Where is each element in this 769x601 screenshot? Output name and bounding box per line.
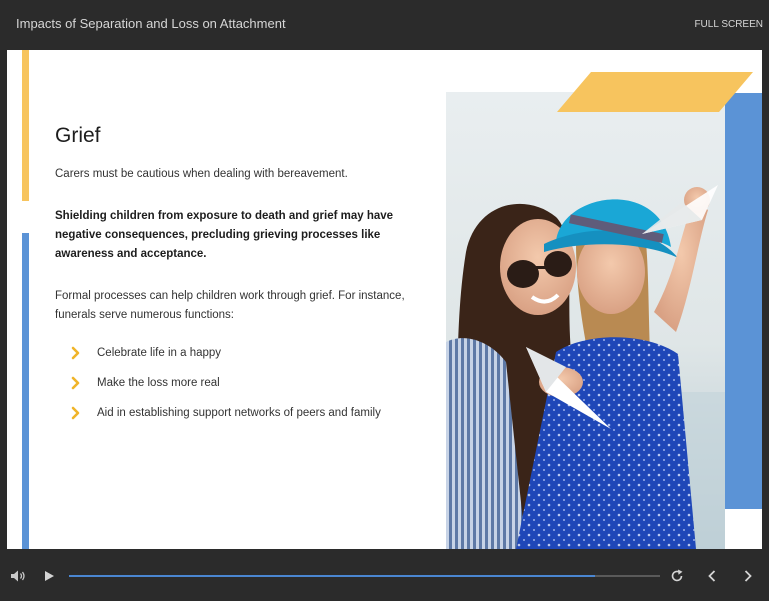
funerals-paragraph: Formal processes can help children work …	[55, 290, 405, 321]
intro-paragraph: Carers must be cautious when dealing wit…	[55, 168, 348, 180]
course-player: Impacts of Separation and Loss on Attach…	[0, 0, 769, 601]
list-item: Aid in establishing support networks of …	[67, 406, 407, 420]
decorative-yellow-parallelogram	[557, 72, 753, 112]
course-title: Impacts of Separation and Loss on Attach…	[16, 16, 286, 31]
play-icon[interactable]	[43, 570, 55, 582]
progress-bar[interactable]	[69, 575, 660, 577]
progress-fill	[69, 575, 595, 577]
title-bar: Impacts of Separation and Loss on Attach…	[0, 0, 769, 48]
replay-icon[interactable]	[670, 569, 684, 583]
bullet-text: Aid in establishing support networks of …	[97, 407, 381, 419]
slide-canvas: Grief Carers must be cautious when deali…	[7, 50, 762, 549]
bullet-text: Celebrate life in a happy	[97, 347, 222, 359]
emphasis-paragraph: Shielding children from exposure to deat…	[55, 210, 394, 260]
volume-icon[interactable]	[10, 569, 26, 583]
chevron-left-icon[interactable]	[706, 569, 718, 583]
accent-bar-blue	[22, 233, 29, 549]
fullscreen-button[interactable]: FULL SCREEN	[694, 19, 763, 30]
photo-mother-daughter-paper-plane	[446, 92, 725, 549]
chevron-right-icon[interactable]	[742, 569, 754, 583]
accent-bar-yellow	[22, 50, 29, 201]
bullet-list: Celebrate life in a happy Make the loss …	[67, 346, 407, 436]
chevron-right-icon	[71, 406, 80, 420]
slide-photo	[446, 92, 725, 549]
list-item: Make the loss more real	[67, 376, 407, 390]
list-item: Celebrate life in a happy	[67, 346, 407, 360]
slide-heading: Grief	[55, 124, 101, 147]
player-controls	[0, 553, 769, 601]
chevron-right-icon	[71, 346, 80, 360]
bullet-text: Make the loss more real	[97, 377, 220, 389]
decorative-blue-block	[725, 93, 762, 509]
chevron-right-icon	[71, 376, 80, 390]
